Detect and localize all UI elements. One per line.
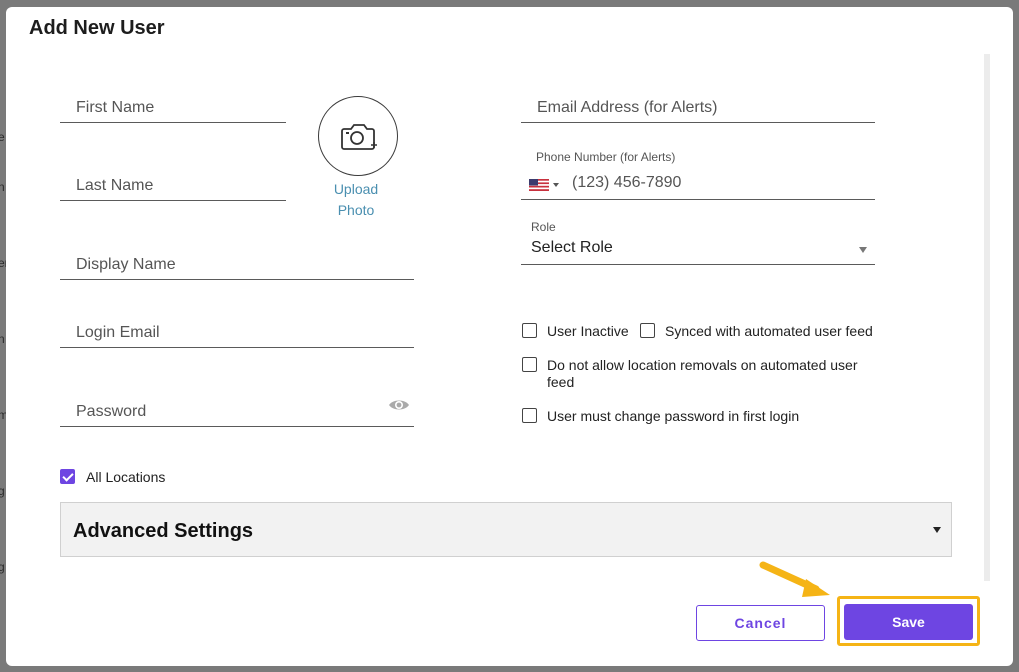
background-text-fragment: g <box>0 484 5 498</box>
synced-feed-checkbox[interactable] <box>640 323 655 338</box>
user-inactive-label: User Inactive <box>547 323 629 339</box>
no-location-removal-checkbox[interactable] <box>522 357 537 372</box>
display-name-placeholder: Display Name <box>76 256 176 273</box>
us-flag-icon[interactable] <box>529 179 549 191</box>
upload-photo-avatar[interactable] <box>318 96 398 176</box>
cancel-button[interactable]: Cancel <box>696 605 825 641</box>
chevron-down-icon <box>933 527 941 533</box>
modal-title: Add New User <box>29 17 165 39</box>
phone-placeholder: (123) 456-7890 <box>572 174 682 191</box>
no-location-removal-label: Do not allow location removals on automa… <box>547 357 858 390</box>
advanced-settings-accordion[interactable]: Advanced Settings <box>60 502 952 557</box>
must-change-password-checkbox[interactable] <box>522 408 537 423</box>
modal-scrollbar[interactable] <box>984 54 990 581</box>
save-button[interactable]: Save <box>844 604 973 640</box>
password-field[interactable]: Password <box>60 397 414 427</box>
upload-photo-link[interactable]: Upload Photo <box>316 179 396 221</box>
camera-plus-icon <box>341 124 377 150</box>
chevron-down-icon <box>859 247 867 253</box>
email-alerts-field[interactable]: Email Address (for Alerts) <box>521 93 875 123</box>
login-email-placeholder: Login Email <box>76 324 160 341</box>
last-name-placeholder: Last Name <box>76 177 154 194</box>
role-select[interactable]: Role Select Role <box>521 217 875 265</box>
upload-photo-text-line2: Photo <box>337 202 375 218</box>
user-inactive-checkbox[interactable] <box>522 323 537 338</box>
background-text-fragment: e <box>0 130 5 144</box>
upload-photo-text-line1: Upload <box>333 181 379 197</box>
login-email-field[interactable]: Login Email <box>60 318 414 348</box>
advanced-settings-title: Advanced Settings <box>73 520 254 542</box>
country-dropdown-caret-icon[interactable] <box>553 183 559 187</box>
must-change-password-label: User must change password in first login <box>547 408 800 424</box>
role-label: Role <box>531 220 556 234</box>
add-user-modal: Add New User First Name Last Name Upload… <box>6 7 1013 666</box>
background-text-fragment: n <box>0 332 5 346</box>
last-name-field[interactable]: Last Name <box>60 171 286 201</box>
email-alerts-placeholder: Email Address (for Alerts) <box>537 99 718 116</box>
password-placeholder: Password <box>76 403 147 420</box>
pointer-arrow-icon <box>759 561 830 597</box>
first-name-placeholder: First Name <box>76 99 155 116</box>
first-name-field[interactable]: First Name <box>60 93 286 123</box>
role-selected-value: Select Role <box>531 239 613 256</box>
eye-icon[interactable] <box>388 398 410 412</box>
display-name-field[interactable]: Display Name <box>60 250 414 280</box>
background-text-fragment: g <box>0 560 5 574</box>
all-locations-label: All Locations <box>86 469 166 485</box>
phone-label: Phone Number (for Alerts) <box>536 150 676 164</box>
phone-field[interactable]: Phone Number (for Alerts) (123) 456-7890 <box>521 147 875 200</box>
synced-feed-label: Synced with automated user feed <box>665 323 873 339</box>
all-locations-checkbox[interactable] <box>60 469 75 484</box>
background-text-fragment: n <box>0 180 5 194</box>
